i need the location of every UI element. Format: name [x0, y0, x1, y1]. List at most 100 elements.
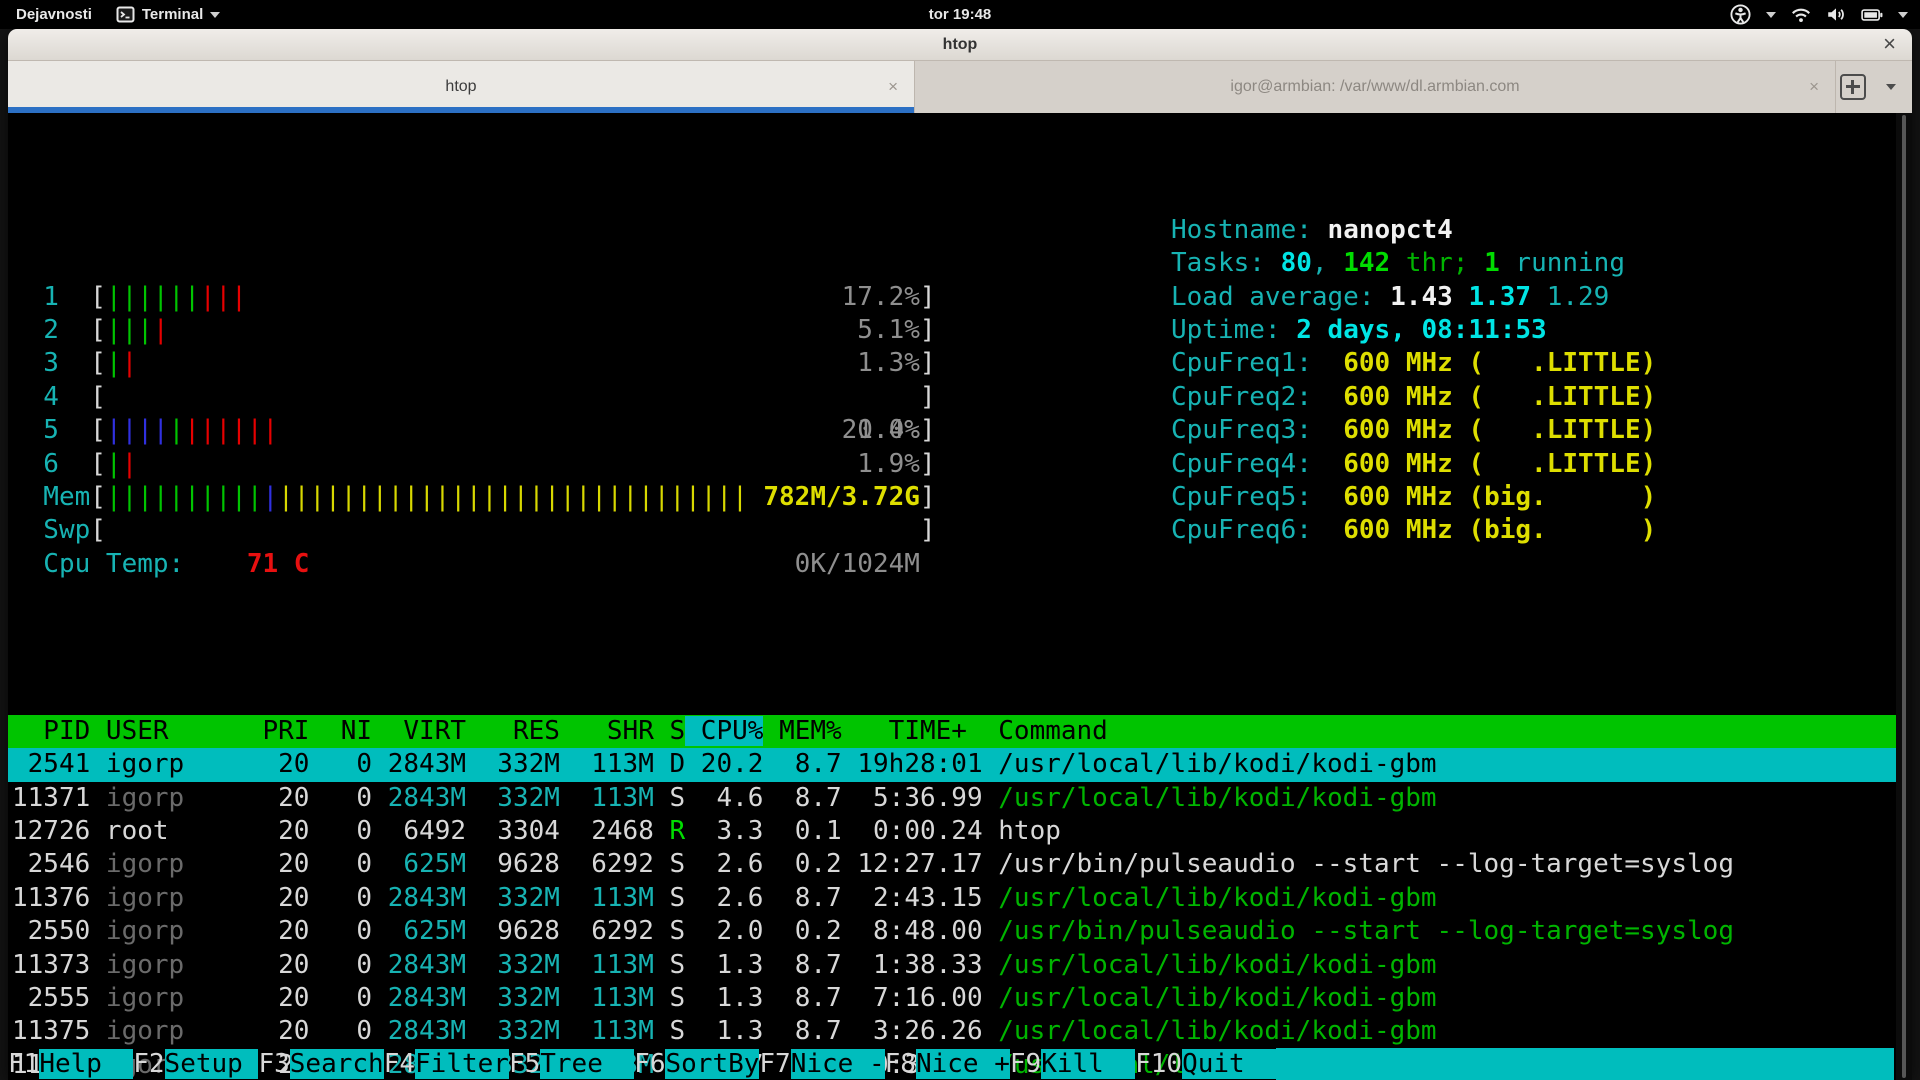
- info-line-6: CpuFreq3: 600 MHz ( .LITTLE): [1171, 414, 1656, 447]
- tab-title: htop: [445, 78, 476, 96]
- cpu-temp-value: 71 C: [247, 549, 310, 579]
- window-title: htop: [943, 36, 978, 54]
- process-row-12726[interactable]: 12726 root 20 0 6492 3304 2468 R 3.3 0.1…: [8, 815, 1896, 848]
- cell-user: igorp: [90, 749, 247, 779]
- activities-button[interactable]: Dejavnosti: [16, 6, 92, 23]
- fkey-label: Quit: [1182, 1049, 1276, 1079]
- column-header-ni[interactable]: NI: [309, 716, 372, 746]
- wifi-icon[interactable]: [1791, 7, 1811, 23]
- column-header-pri[interactable]: PRI: [247, 716, 310, 746]
- new-tab-button[interactable]: [1840, 74, 1866, 100]
- process-row-2550[interactable]: 2550 igorp 20 0 625M 9628 6292 S 2.0 0.2…: [8, 915, 1896, 948]
- fkey-f5[interactable]: F5Tree: [509, 1048, 634, 1080]
- cell-shr: 6292: [560, 916, 654, 946]
- battery-icon[interactable]: [1861, 8, 1883, 22]
- column-header-pid[interactable]: PID: [12, 716, 90, 746]
- fkey-f7[interactable]: F7Nice -: [759, 1048, 884, 1080]
- app-menu-label: Terminal: [142, 6, 203, 23]
- info-line-3: Uptime: 2 days, 08:11:53: [1171, 314, 1656, 347]
- clock[interactable]: tor 19:48: [929, 6, 992, 23]
- column-header-shr[interactable]: SHR: [560, 716, 654, 746]
- column-header-res[interactable]: RES: [466, 716, 560, 746]
- meter-label: 6: [12, 449, 90, 479]
- info-segment: Tasks:: [1171, 248, 1281, 278]
- meter-value: 21.4%: [842, 414, 920, 447]
- cell-mem: 8.7: [763, 783, 841, 813]
- fkey-f10[interactable]: F10Quit: [1135, 1048, 1276, 1080]
- titlebar[interactable]: htop ×: [8, 29, 1912, 61]
- cell-ni: 0: [309, 816, 372, 846]
- fkey-f4[interactable]: F4Filter: [384, 1048, 509, 1080]
- process-row-11371[interactable]: 11371 igorp 20 0 2843M 332M 113M S 4.6 8…: [8, 782, 1896, 815]
- meter-label: 3: [12, 348, 90, 378]
- accessibility-icon[interactable]: [1730, 4, 1751, 25]
- tab-close-icon[interactable]: ×: [888, 77, 898, 97]
- column-header-s[interactable]: S: [654, 716, 685, 746]
- fkey-f6[interactable]: F6SortBy: [634, 1048, 759, 1080]
- bar-segment-green: ||||||: [106, 282, 200, 312]
- cell-s: D: [654, 749, 685, 779]
- fkey-f8[interactable]: F8Nice +: [885, 1048, 1010, 1080]
- chevron-down-icon[interactable]: [1766, 12, 1776, 18]
- tab-list-dropdown-icon[interactable]: [1886, 84, 1896, 90]
- cell-mem: 0.2: [763, 916, 841, 946]
- window-close-button[interactable]: ×: [1883, 30, 1896, 58]
- app-menu-terminal[interactable]: Terminal: [116, 6, 220, 23]
- fkey-label: Nice +: [916, 1049, 1010, 1079]
- process-row-11376[interactable]: 11376 igorp 20 0 2843M 332M 113M S 2.6 8…: [8, 882, 1896, 915]
- info-segment: 600 MHz (big. ): [1328, 482, 1657, 512]
- cell-cmd: htop: [983, 816, 1061, 846]
- info-line-9: CpuFreq6: 600 MHz (big. ): [1171, 514, 1656, 547]
- cell-shr: 113M: [560, 783, 654, 813]
- cell-ni: 0: [309, 950, 372, 980]
- fkey-f3[interactable]: F3Search: [258, 1048, 383, 1080]
- cell-res: 332M: [466, 983, 560, 1013]
- tab-ssh-armbian[interactable]: igor@armbian: /var/www/dl.armbian.com ×: [914, 61, 1836, 113]
- meter-label: 5: [12, 415, 90, 445]
- info-segment: 600 MHz ( .LITTLE): [1328, 415, 1657, 445]
- column-header-virt[interactable]: VIRT: [372, 716, 466, 746]
- fkey-f2[interactable]: F2Setup: [133, 1048, 258, 1080]
- cell-pri: 20: [247, 950, 310, 980]
- column-header-cmd[interactable]: Command: [983, 716, 1108, 746]
- tab-close-icon[interactable]: ×: [1809, 77, 1819, 97]
- column-header-time[interactable]: TIME+: [842, 716, 983, 746]
- column-header-mem[interactable]: MEM%: [763, 716, 841, 746]
- process-row-11373[interactable]: 11373 igorp 20 0 2843M 332M 113M S 1.3 8…: [8, 949, 1896, 982]
- bar-segment-green: |: [169, 415, 185, 445]
- bar-segment-blue: ||||: [106, 415, 169, 445]
- info-segment: 600 MHz ( .LITTLE): [1328, 348, 1657, 378]
- cell-shr: 113M: [560, 883, 654, 913]
- cell-user: igorp: [90, 916, 247, 946]
- gnome-top-bar: Dejavnosti Terminal tor 19:48: [0, 0, 1920, 29]
- fkey-label: Setup: [165, 1049, 259, 1079]
- tab-htop[interactable]: htop ×: [8, 61, 914, 113]
- cell-time: 12:27.17: [842, 849, 983, 879]
- tab-bar: htop × igor@armbian: /var/www/dl.armbian…: [8, 61, 1912, 113]
- volume-icon[interactable]: [1826, 6, 1846, 23]
- cpu-temp-label: Cpu Temp:: [12, 549, 184, 579]
- fkey-f1[interactable]: F1Help: [8, 1048, 133, 1080]
- process-row-2555[interactable]: 2555 igorp 20 0 2843M 332M 113M S 1.3 8.…: [8, 982, 1896, 1015]
- meter-label: 4: [12, 382, 90, 412]
- fkey-f9[interactable]: F9Kill: [1010, 1048, 1135, 1080]
- fkey-number: F8: [885, 1049, 916, 1079]
- cell-pid: 2555: [12, 983, 90, 1013]
- process-row-11375[interactable]: 11375 igorp 20 0 2843M 332M 113M S 1.3 8…: [8, 1015, 1896, 1048]
- scrollbar-thumb[interactable]: [1902, 115, 1906, 1078]
- scrollbar[interactable]: [1896, 113, 1912, 1080]
- chevron-down-icon[interactable]: [1898, 12, 1908, 18]
- fkey-label: Nice -: [791, 1049, 885, 1079]
- fkey-number: F2: [133, 1049, 164, 1079]
- cell-shr: 113M: [560, 1016, 654, 1046]
- cell-res: 9628: [466, 916, 560, 946]
- cell-cpu: 20.2: [685, 749, 763, 779]
- bar-segment-red: |||: [200, 282, 247, 312]
- process-row-2546[interactable]: 2546 igorp 20 0 625M 9628 6292 S 2.6 0.2…: [8, 848, 1896, 881]
- cell-pri: 20: [247, 816, 310, 846]
- column-header-user[interactable]: USER: [90, 716, 247, 746]
- process-row-2541[interactable]: 2541 igorp 20 0 2843M 332M 113M D 20.2 8…: [8, 748, 1896, 781]
- info-segment: 1: [1484, 248, 1500, 278]
- cell-mem: 8.7: [763, 983, 841, 1013]
- column-header-cpu[interactable]: CPU%: [685, 716, 763, 746]
